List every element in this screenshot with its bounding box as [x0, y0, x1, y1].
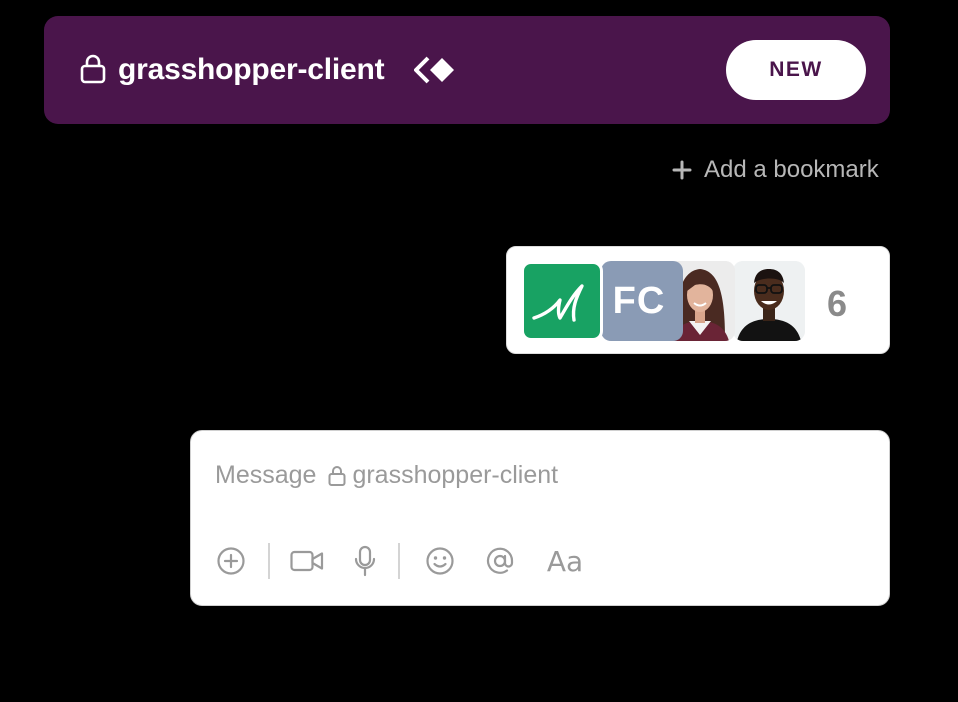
add-bookmark-button[interactable]: Add a bookmark	[672, 154, 879, 186]
avatar-initials-text: FC	[612, 279, 666, 322]
member-count: 6	[827, 283, 848, 324]
channel-name[interactable]: grasshopper-client	[118, 50, 385, 90]
plus-circle-icon[interactable]	[213, 543, 249, 579]
channel-header: grasshopper-client NEW	[44, 16, 890, 124]
add-bookmark-label: Add a bookmark	[704, 156, 879, 183]
video-icon[interactable]	[289, 543, 325, 579]
formatting-icon[interactable]: Aa	[543, 543, 587, 579]
plus-icon	[672, 160, 692, 180]
grasshopper-logo-avatar	[521, 261, 603, 341]
shared-channel-icon	[414, 56, 454, 84]
app-root: grasshopper-client NEW Add a bookmark FC	[0, 0, 958, 702]
formatting-label: Aa	[546, 544, 584, 578]
new-button[interactable]: NEW	[726, 40, 866, 100]
toolbar-divider	[398, 543, 400, 579]
microphone-icon[interactable]	[347, 543, 383, 579]
message-input[interactable]: Message grasshopper-client	[215, 461, 558, 490]
man-avatar	[733, 261, 805, 341]
avatar-initials: FC	[601, 261, 683, 341]
mention-icon[interactable]	[482, 543, 518, 579]
composer-toolbar: Aa	[191, 537, 891, 585]
lock-icon	[80, 54, 106, 84]
message-placeholder-channel: grasshopper-client	[352, 461, 559, 489]
grasshopper-logo-icon	[532, 284, 584, 322]
lock-icon	[328, 465, 346, 486]
message-placeholder-prefix: Message	[215, 461, 317, 489]
man-photo	[733, 261, 805, 341]
toolbar-divider	[268, 543, 270, 579]
message-composer[interactable]: Message grasshopper-client Aa	[190, 430, 890, 606]
emoji-icon[interactable]	[422, 543, 458, 579]
channel-members-button[interactable]: FC 6	[506, 246, 890, 354]
